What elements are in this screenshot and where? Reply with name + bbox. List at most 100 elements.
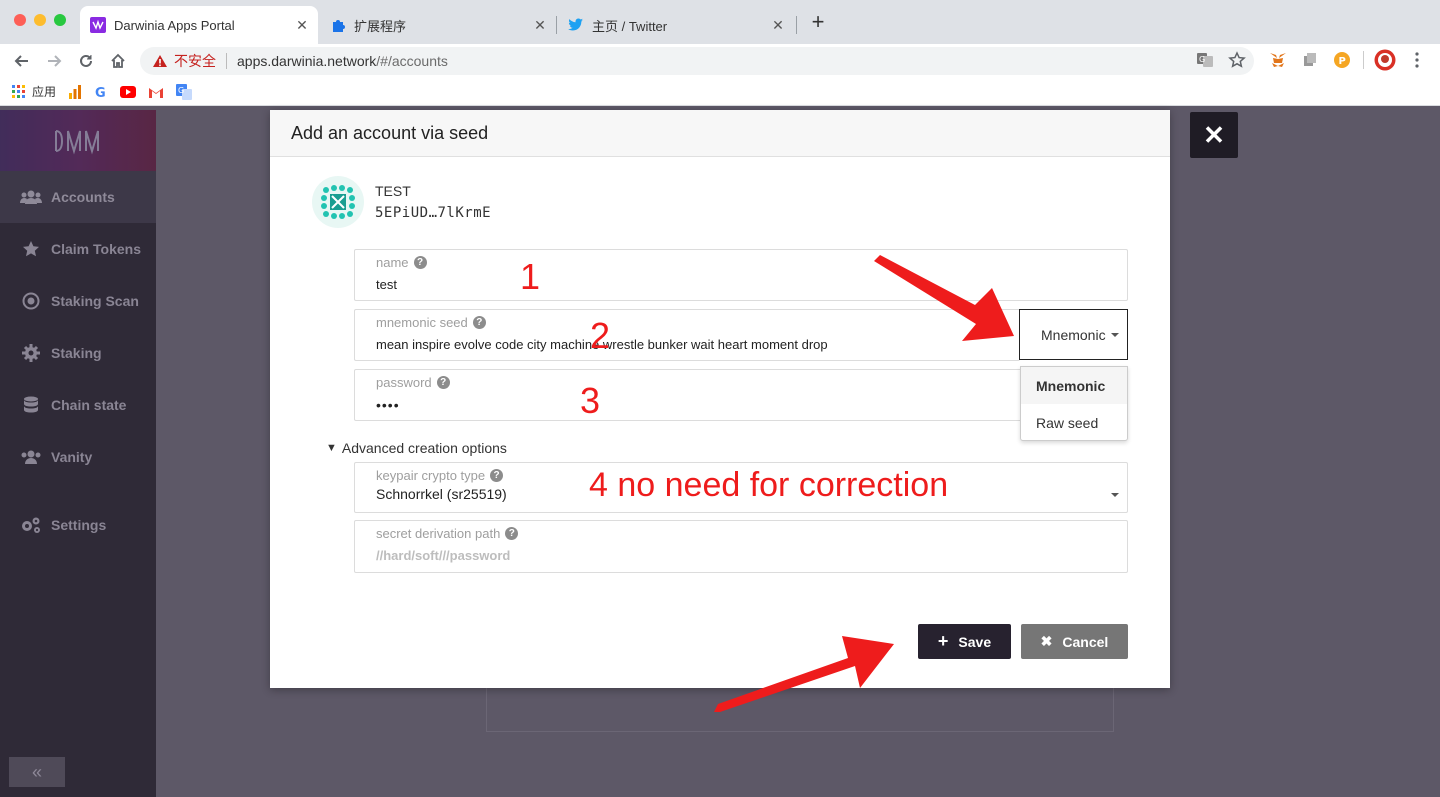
- crypto-value: Schnorrkel (sr25519): [376, 486, 507, 502]
- sidebar-item-vanity[interactable]: Vanity: [0, 431, 156, 483]
- tab-title: 扩展程序: [354, 18, 407, 34]
- polkadot-extension-icon[interactable]: P: [1331, 49, 1353, 71]
- app-area: Accounts Claim Tokens Staking Scan Staki…: [0, 110, 1440, 797]
- close-icon: ✖: [1040, 633, 1053, 649]
- url-path: /#/accounts: [376, 53, 448, 69]
- sidebar-item-claim-tokens[interactable]: Claim Tokens: [0, 223, 156, 275]
- add-account-modal: Add an account via seed TEST 5EPiUD…7lKr…: [270, 110, 1170, 688]
- apps-grid-icon: [12, 84, 25, 98]
- analytics-icon: [69, 84, 82, 99]
- caret-down-icon: [1111, 493, 1119, 497]
- warning-icon[interactable]: [152, 54, 168, 68]
- account-preview: TEST 5EPiUD…7lKrmE: [312, 176, 491, 228]
- minimize-window-button[interactable]: [34, 14, 46, 26]
- identicon-icon[interactable]: [312, 176, 364, 228]
- help-icon[interactable]: ?: [436, 376, 450, 389]
- youtube-icon: [120, 85, 137, 98]
- twitter-icon: [568, 17, 584, 33]
- forward-arrow-icon: [48, 55, 62, 67]
- sidebar-item-label: Accounts: [51, 189, 115, 205]
- bookmark-apps[interactable]: 应用: [12, 83, 56, 100]
- sidebar-item-accounts[interactable]: Accounts: [0, 171, 156, 223]
- annotation-4: 4 no need for correction: [589, 466, 949, 504]
- translate-page-icon[interactable]: G: [1196, 51, 1214, 72]
- forward-button[interactable]: [41, 48, 67, 74]
- url-host: apps.darwinia.network: [237, 53, 377, 69]
- address-bar[interactable]: 不安全 apps.darwinia.network/#/accounts G: [140, 47, 1254, 75]
- close-window-button[interactable]: [14, 14, 26, 26]
- derivation-path-field[interactable]: secret derivation path? //hard/soft///pa…: [354, 520, 1128, 573]
- url-text[interactable]: apps.darwinia.network/#/accounts: [237, 53, 448, 69]
- tab-close-icon[interactable]: ✕: [292, 17, 312, 34]
- mnemonic-seed-field[interactable]: mnemonic seed? mean inspire evolve code …: [354, 309, 1020, 361]
- password-field[interactable]: password? ••••: [354, 369, 1128, 421]
- new-tab-button[interactable]: +: [808, 11, 828, 33]
- seed-type-dropdown[interactable]: Mnemonic: [1019, 309, 1128, 360]
- bookmark-analytics[interactable]: [68, 84, 82, 99]
- gmail-icon: [149, 87, 164, 98]
- home-button[interactable]: [105, 48, 131, 74]
- help-icon[interactable]: ?: [505, 527, 519, 540]
- bookmark-label: 应用: [32, 85, 57, 99]
- help-icon[interactable]: ?: [413, 256, 427, 269]
- help-icon[interactable]: ?: [490, 469, 504, 482]
- close-modal-button[interactable]: ✕: [1190, 112, 1238, 158]
- sidebar-item-settings[interactable]: Settings: [0, 499, 156, 551]
- seed-type-selected: Mnemonic: [1041, 326, 1106, 343]
- copy-extension-icon[interactable]: [1299, 49, 1321, 71]
- svg-text:G: G: [1199, 55, 1205, 64]
- reload-button[interactable]: [73, 48, 99, 74]
- cogs-icon: [20, 516, 42, 534]
- darwinia-logo[interactable]: [0, 110, 156, 171]
- menu-item-raw-seed[interactable]: Raw seed: [1021, 404, 1127, 441]
- name-field[interactable]: name? test: [354, 249, 1128, 301]
- translate-icon: G: [176, 83, 193, 100]
- cancel-button[interactable]: ✖ Cancel: [1021, 624, 1128, 659]
- tab-close-icon[interactable]: ✕: [768, 17, 788, 34]
- target-icon: [20, 292, 42, 310]
- users-icon: [20, 188, 42, 206]
- tab-twitter[interactable]: 主页 / Twitter ✕: [558, 6, 794, 44]
- name-input[interactable]: test: [376, 277, 397, 292]
- menu-item-mnemonic[interactable]: Mnemonic: [1021, 367, 1127, 404]
- password-input[interactable]: ••••: [376, 397, 400, 413]
- bookmark-translate[interactable]: G: [176, 83, 193, 100]
- back-button[interactable]: [9, 48, 35, 74]
- save-button[interactable]: + Save: [918, 624, 1011, 659]
- maximize-window-button[interactable]: [54, 14, 66, 26]
- tab-extensions[interactable]: 扩展程序 ✕: [320, 6, 556, 44]
- advanced-options-toggle[interactable]: ▼ Advanced creation options: [326, 440, 507, 456]
- sidebar-item-chain-state[interactable]: Chain state: [0, 379, 156, 431]
- sidebar-item-staking[interactable]: Staking: [0, 327, 156, 379]
- advanced-label: Advanced creation options: [341, 440, 507, 456]
- tab-close-icon[interactable]: ✕: [530, 17, 550, 34]
- profile-avatar[interactable]: [1374, 49, 1396, 71]
- collapse-sidebar-button[interactable]: «: [9, 757, 65, 787]
- bookmarks-bar: 应用 G G: [0, 78, 1440, 106]
- account-address[interactable]: 5EPiUD…7lKrmE: [375, 205, 491, 221]
- metamask-icon[interactable]: [1267, 49, 1289, 71]
- toolbar-divider: [1363, 51, 1364, 69]
- derivation-input[interactable]: //hard/soft///password: [376, 548, 510, 563]
- svg-text:G: G: [95, 86, 106, 99]
- reload-icon: [80, 54, 92, 67]
- browser-toolbar: 不安全 apps.darwinia.network/#/accounts G P: [0, 44, 1440, 78]
- sidebar-item-label: Staking: [51, 345, 102, 361]
- cog-icon: [20, 344, 42, 362]
- sidebar-item-staking-scan[interactable]: Staking Scan: [0, 275, 156, 327]
- bookmark-gmail[interactable]: [148, 86, 164, 98]
- tab-darwinia[interactable]: Darwinia Apps Portal ✕: [80, 6, 318, 44]
- menu-kebab-icon[interactable]: [1406, 49, 1428, 71]
- plus-icon: +: [937, 631, 949, 651]
- tab-separator: [556, 16, 557, 34]
- sidebar-item-label: Chain state: [51, 397, 127, 413]
- password-label: password: [376, 375, 432, 390]
- derivation-label: secret derivation path: [376, 526, 501, 541]
- cancel-label: Cancel: [1062, 633, 1109, 650]
- bookmark-google[interactable]: G: [94, 85, 108, 99]
- security-label[interactable]: 不安全: [174, 51, 216, 71]
- bookmark-youtube[interactable]: [120, 85, 137, 98]
- help-icon[interactable]: ?: [472, 316, 486, 329]
- seed-type-menu: Mnemonic Raw seed: [1020, 366, 1128, 441]
- bookmark-star-icon[interactable]: [1228, 51, 1246, 72]
